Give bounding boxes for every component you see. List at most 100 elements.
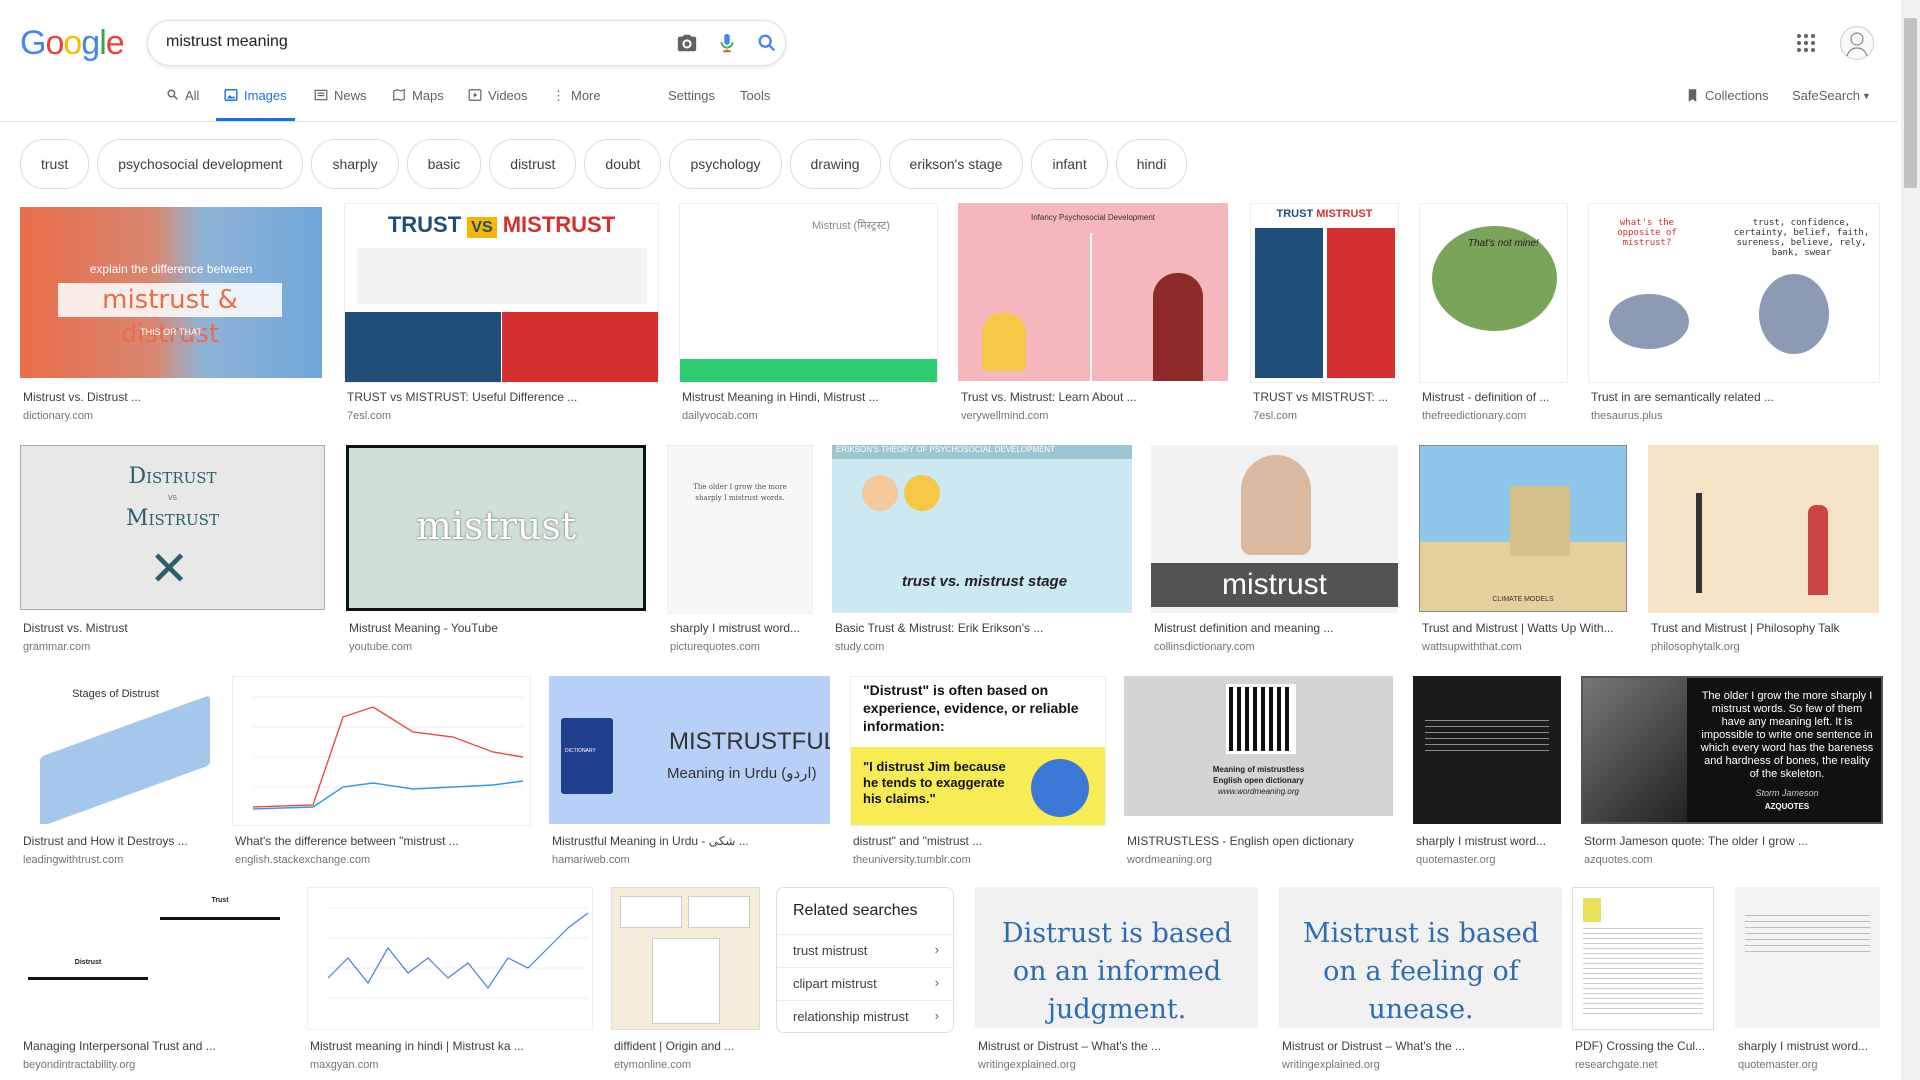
result-caption[interactable]: Mistrust vs. Distrust ... xyxy=(23,390,141,404)
image-result[interactable]: Stages of Distrust Distrust and How it D… xyxy=(20,676,212,869)
image-result[interactable]: Trust Distrust Managing Interpersonal Tr… xyxy=(20,887,288,1080)
image-result[interactable]: Trust and Mistrust | Philosophy Talk phi… xyxy=(1648,445,1880,661)
image-result[interactable]: Mistrust (मिस्ट्रस्ट) Mistrust Meaning i… xyxy=(679,203,938,427)
scrollbar[interactable] xyxy=(1901,0,1920,1080)
result-source[interactable]: leadingwithtrust.com xyxy=(23,854,123,866)
result-source[interactable]: 7esl.com xyxy=(347,410,391,422)
result-thumbnail[interactable]: The older I grow the more sharply I mist… xyxy=(1581,676,1883,824)
tab-all[interactable]: All xyxy=(166,88,199,121)
result-source[interactable]: verywellmind.com xyxy=(961,410,1048,422)
image-result[interactable]: sharply I mistrust word... quotemaster.o… xyxy=(1735,887,1881,1080)
result-source[interactable]: wordmeaning.org xyxy=(1127,854,1212,866)
result-caption[interactable]: diffident | Origin and ... xyxy=(614,1039,734,1053)
image-result[interactable]: ERIKSON'S THEORY OF PSYCHOSOCIAL DEVELOP… xyxy=(832,445,1132,661)
result-source[interactable]: dailyvocab.com xyxy=(682,410,758,422)
result-source[interactable]: theuniversity.tumblr.com xyxy=(853,854,971,866)
result-source[interactable]: grammar.com xyxy=(23,641,90,653)
image-result[interactable]: mistrust Mistrust Meaning - YouTube yout… xyxy=(346,445,646,661)
result-source[interactable]: philosophytalk.org xyxy=(1651,641,1740,653)
result-caption[interactable]: PDF) Crossing the Cul... xyxy=(1575,1039,1719,1053)
google-logo[interactable]: Google xyxy=(20,24,125,63)
result-caption[interactable]: sharply I mistrust word... xyxy=(1738,1039,1883,1053)
result-caption[interactable]: Mistrust - definition of ... xyxy=(1422,390,1568,404)
result-source[interactable]: thesaurus.plus xyxy=(1591,410,1663,422)
result-caption[interactable]: sharply I mistrust word... xyxy=(670,621,814,635)
image-result[interactable]: DICTIONARY MISTRUSTFUL Meaning in Urdu (… xyxy=(549,676,830,869)
result-caption[interactable]: Mistrust or Distrust – What's the ... xyxy=(1282,1039,1465,1053)
result-caption[interactable]: distrust" and "mistrust ... xyxy=(853,834,982,848)
image-result[interactable]: The older I grow the more sharply I mist… xyxy=(667,445,814,661)
result-source[interactable]: researchgate.net xyxy=(1575,1059,1658,1071)
camera-icon[interactable] xyxy=(676,32,698,54)
result-caption[interactable]: Mistrustful Meaning in Urdu - شکی ... xyxy=(552,834,749,848)
chip-hindi[interactable]: hindi xyxy=(1115,139,1188,189)
result-thumbnail[interactable] xyxy=(611,887,760,1030)
image-result[interactable]: Mistrust meaning in hindi | Mistrust ka … xyxy=(307,887,593,1080)
chip-trust[interactable]: trust xyxy=(20,139,90,189)
result-thumbnail[interactable]: Distrust vs Mistrust ✕ xyxy=(20,445,325,610)
result-thumbnail[interactable]: The older I grow the more sharply I mist… xyxy=(667,445,813,614)
result-thumbnail[interactable]: Distrust is based on an informed judgmen… xyxy=(975,887,1258,1028)
result-source[interactable]: azquotes.com xyxy=(1584,854,1652,866)
result-thumbnail[interactable]: That's not mine! xyxy=(1419,203,1568,383)
image-result[interactable]: PDF) Crossing the Cul... researchgate.ne… xyxy=(1572,887,1717,1080)
apps-grid-icon[interactable] xyxy=(1796,33,1816,53)
result-thumbnail[interactable] xyxy=(1735,887,1880,1028)
chip-eriksons-stage[interactable]: erikson's stage xyxy=(888,139,1024,189)
related-search-item[interactable]: trust mistrust › xyxy=(777,934,953,965)
tab-images[interactable]: Images xyxy=(216,88,295,121)
image-result[interactable]: The older I grow the more sharply I mist… xyxy=(1581,676,1883,869)
search-icon[interactable] xyxy=(756,32,778,54)
image-result[interactable]: What's the difference between "mistrust … xyxy=(232,676,531,869)
avatar[interactable] xyxy=(1840,26,1874,60)
image-result[interactable]: diffident | Origin and ... etymonline.co… xyxy=(611,887,760,1080)
result-thumbnail[interactable]: explain the difference between mistrust … xyxy=(20,207,322,378)
result-source[interactable]: writingexplained.org xyxy=(1282,1059,1380,1071)
image-result[interactable]: Distrust is based on an informed judgmen… xyxy=(975,887,1260,1080)
result-thumbnail[interactable]: mistrust xyxy=(1151,445,1398,613)
result-thumbnail[interactable] xyxy=(1413,676,1561,824)
safesearch-dropdown[interactable]: SafeSearch ▼ xyxy=(1792,88,1871,121)
image-result[interactable]: Infancy Psychosocial Development Trust v… xyxy=(958,203,1228,427)
result-source[interactable]: collinsdictionary.com xyxy=(1154,641,1255,653)
result-source[interactable]: dictionary.com xyxy=(23,410,93,422)
result-thumbnail[interactable]: Infancy Psychosocial Development xyxy=(958,203,1228,381)
result-source[interactable]: maxgyan.com xyxy=(310,1059,378,1071)
image-result[interactable]: That's not mine! Mistrust - definition o… xyxy=(1419,203,1568,427)
result-caption[interactable]: Distrust vs. Mistrust xyxy=(23,621,128,635)
result-thumbnail[interactable]: Trust Distrust xyxy=(20,887,287,1028)
result-thumbnail[interactable]: ERIKSON'S THEORY OF PSYCHOSOCIAL DEVELOP… xyxy=(832,445,1132,613)
chip-doubt[interactable]: doubt xyxy=(584,139,662,189)
result-thumbnail[interactable]: DICTIONARY MISTRUSTFUL Meaning in Urdu (… xyxy=(549,676,830,824)
result-source[interactable]: wattsupwiththat.com xyxy=(1422,641,1522,653)
result-source[interactable]: beyondintractability.org xyxy=(23,1059,135,1071)
image-result[interactable]: TRUST VS MISTRUST TRUST vs MISTRUST: Use… xyxy=(344,203,659,427)
result-source[interactable]: hamariweb.com xyxy=(552,854,630,866)
result-source[interactable]: writingexplained.org xyxy=(978,1059,1076,1071)
result-source[interactable]: english.stackexchange.com xyxy=(235,854,370,866)
image-result[interactable]: sharply I mistrust word... quotemaster.o… xyxy=(1413,676,1563,869)
result-source[interactable]: picturequotes.com xyxy=(670,641,760,653)
result-caption[interactable]: Mistrust meaning in hindi | Mistrust ka … xyxy=(310,1039,524,1053)
chip-distrust[interactable]: distrust xyxy=(489,139,577,189)
result-source[interactable]: thefreedictionary.com xyxy=(1422,410,1526,422)
result-caption[interactable]: MISTRUSTLESS - English open dictionary xyxy=(1127,834,1354,848)
result-thumbnail[interactable]: TRUST VS MISTRUST xyxy=(344,203,659,383)
result-caption[interactable]: Trust and Mistrust | Philosophy Talk xyxy=(1651,621,1840,635)
image-result[interactable]: Meaning of mistrustless English open dic… xyxy=(1124,676,1394,869)
tools-link[interactable]: Tools xyxy=(740,88,770,121)
result-caption[interactable]: sharply I mistrust word... xyxy=(1416,834,1565,848)
result-source[interactable]: youtube.com xyxy=(349,641,412,653)
result-caption[interactable]: What's the difference between "mistrust … xyxy=(235,834,459,848)
result-thumbnail[interactable]: Stages of Distrust xyxy=(20,676,211,824)
result-caption[interactable]: Trust vs. Mistrust: Learn About ... xyxy=(961,390,1137,404)
result-caption[interactable]: Distrust and How it Destroys ... xyxy=(23,834,188,848)
microphone-icon[interactable] xyxy=(716,32,738,54)
result-thumbnail[interactable]: Meaning of mistrustless English open dic… xyxy=(1124,676,1393,816)
search-input[interactable]: mistrust meaning xyxy=(166,33,288,51)
result-thumbnail[interactable]: mistrust xyxy=(346,445,646,611)
result-caption[interactable]: Managing Interpersonal Trust and ... xyxy=(23,1039,216,1053)
tab-maps[interactable]: Maps xyxy=(392,88,444,121)
result-thumbnail[interactable]: CLIMATE MODELS xyxy=(1419,445,1627,612)
result-source[interactable]: etymonline.com xyxy=(614,1059,691,1071)
